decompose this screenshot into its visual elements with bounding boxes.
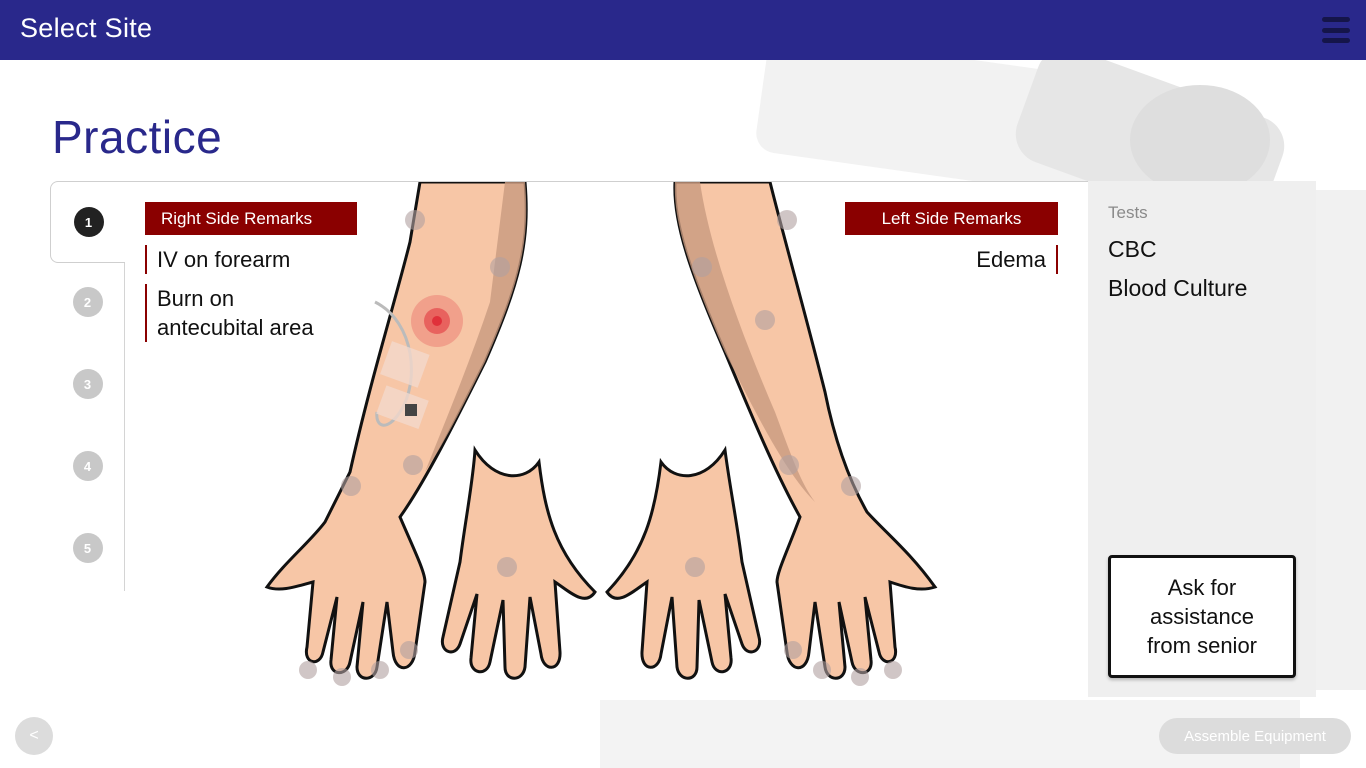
right-side-remarks-header: Right Side Remarks — [145, 202, 357, 235]
right-remark-burn-line1: Burn on — [157, 286, 235, 311]
site-marker[interactable] — [685, 557, 705, 577]
top-bar: Select Site — [0, 0, 1366, 60]
step-number: 1 — [73, 207, 104, 237]
site-marker[interactable] — [755, 310, 775, 330]
menu-line — [1322, 38, 1350, 43]
ask-assistance-line: from senior — [1146, 633, 1258, 658]
site-marker[interactable] — [405, 210, 425, 230]
site-marker[interactable] — [692, 257, 712, 277]
site-marker[interactable] — [784, 641, 802, 659]
site-marker[interactable] — [884, 661, 902, 679]
site-marker[interactable] — [403, 455, 423, 475]
right-remark-iv: IV on forearm — [145, 245, 290, 274]
tests-panel: Tests CBC Blood Culture Ask for assistan… — [1088, 181, 1316, 697]
tests-label: Tests — [1108, 203, 1148, 222]
assemble-equipment-button[interactable]: Assemble Equipment — [1159, 718, 1351, 754]
step-number: 5 — [72, 533, 103, 563]
menu-line — [1322, 17, 1350, 22]
test-item-blood-culture: Blood Culture — [1108, 275, 1248, 301]
site-selection-panel: Right Side Remarks IV on forearm Burn on… — [125, 181, 1088, 697]
site-marker[interactable] — [813, 661, 831, 679]
step-tab-5[interactable]: 5 — [50, 507, 125, 589]
right-remark-burn: Burn on antecubital area — [145, 284, 314, 342]
site-marker[interactable] — [299, 661, 317, 679]
right-remark-burn-line2: antecubital area — [157, 315, 314, 340]
step-tab-2[interactable]: 2 — [50, 261, 125, 343]
test-item-cbc: CBC — [1108, 236, 1157, 262]
step-number: 2 — [72, 287, 103, 317]
site-marker[interactable] — [851, 668, 869, 686]
ask-assistance-line: Ask for — [1167, 575, 1237, 600]
site-marker[interactable] — [490, 257, 510, 277]
step-tab-1[interactable]: 1 — [50, 181, 126, 263]
ask-assistance-line: assistance — [1150, 604, 1254, 629]
site-marker[interactable] — [333, 668, 351, 686]
left-side-remarks-header: Left Side Remarks — [845, 202, 1058, 235]
menu-line — [1322, 27, 1350, 33]
site-marker[interactable] — [371, 661, 389, 679]
site-marker[interactable] — [497, 557, 517, 577]
left-hand-shape — [605, 445, 762, 680]
ask-assistance-label: Ask for assistance from senior — [1147, 573, 1257, 660]
screen-title: Select Site — [20, 13, 153, 43]
step-tab-4[interactable]: 4 — [50, 425, 125, 507]
ask-assistance-button[interactable]: Ask for assistance from senior — [1108, 555, 1296, 678]
hamburger-menu-icon[interactable] — [1320, 14, 1352, 46]
left-hand — [605, 445, 762, 680]
site-marker[interactable] — [841, 476, 861, 496]
right-hand-shape — [440, 445, 597, 680]
step-tab-3[interactable]: 3 — [50, 343, 125, 425]
site-marker[interactable] — [777, 210, 797, 230]
site-marker[interactable] — [779, 455, 799, 475]
right-hand — [440, 445, 597, 680]
site-marker[interactable] — [400, 641, 418, 659]
site-marker[interactable] — [341, 476, 361, 496]
page-title: Practice — [52, 111, 223, 163]
step-tabs: 1 2 3 4 5 — [50, 181, 126, 591]
left-remark-edema: Edema — [976, 245, 1058, 274]
step-number: 4 — [72, 451, 103, 481]
step-number: 3 — [72, 369, 103, 399]
back-button[interactable]: < — [15, 717, 53, 755]
